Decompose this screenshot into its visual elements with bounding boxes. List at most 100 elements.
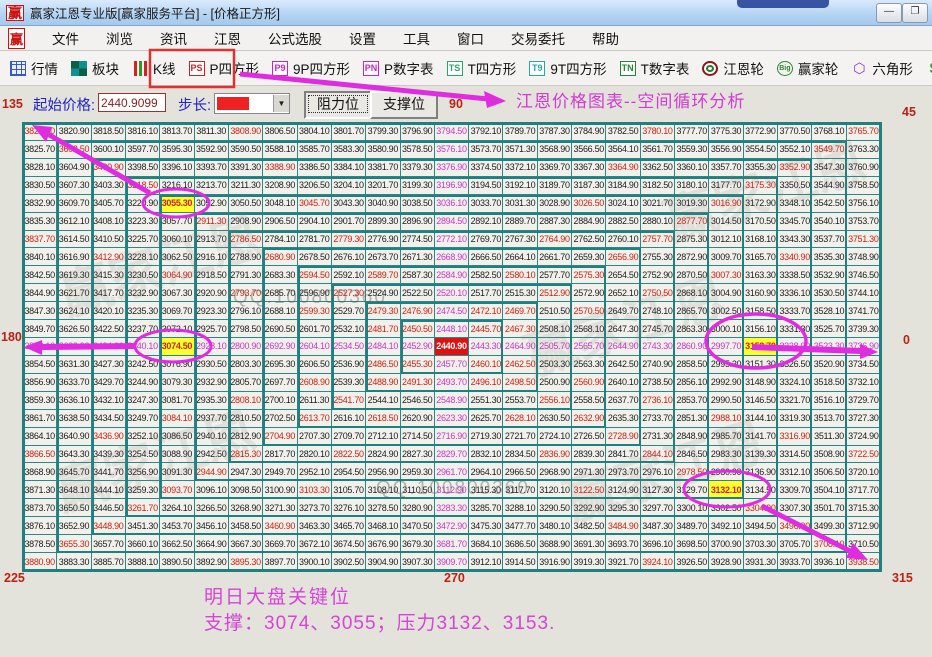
grid-cell: 3048.10 (263, 195, 297, 213)
grid-cell: 2990.50 (709, 392, 743, 410)
maximize-button[interactable]: ❐ (902, 3, 928, 23)
menu-item-8[interactable]: 窗口 (457, 28, 484, 48)
grid-cell: 3244.90 (126, 374, 160, 392)
toolbar-item[interactable]: 板块 (71, 58, 119, 78)
grid-cell: 2700.10 (263, 392, 297, 410)
grid-cell: 2752.90 (641, 266, 675, 284)
menu-item-7[interactable]: 工具 (403, 28, 430, 48)
grid-cell: 2798.50 (229, 320, 263, 338)
menu-item-9[interactable]: 交易委托 (511, 28, 565, 48)
grid-cell: 3110.50 (401, 481, 435, 499)
grid-cell: 2757.70 (641, 231, 675, 249)
grid-cell: 3283.30 (435, 499, 469, 517)
grid-cell: 3688.90 (538, 535, 572, 553)
grid-cell: 2618.50 (366, 410, 400, 428)
grid-cell: 3552.10 (778, 141, 812, 159)
grid-cell: 2455.30 (401, 356, 435, 374)
toolbar-item[interactable]: $赢家服务 (926, 58, 932, 78)
grid-cell: 3355.30 (744, 159, 778, 177)
grid-cell: 2630.50 (538, 410, 572, 428)
grid-cell: 3636.10 (57, 392, 91, 410)
t9-square-icon: T9 (529, 61, 545, 76)
toolbar-item[interactable]: 江恩轮 (702, 58, 764, 78)
grid-cell: 3724.90 (847, 428, 881, 446)
grid-cell: 3748.90 (847, 248, 881, 266)
toolbar-item[interactable]: PSP四方形 (189, 58, 260, 78)
menu-item-3[interactable]: 资讯 (160, 28, 187, 48)
grid-cell: 3364.90 (606, 159, 640, 177)
p9-square-icon: P9 (272, 61, 288, 76)
grid-cell: 3739.30 (847, 320, 881, 338)
toolbar-item[interactable]: Big赢家轮 (777, 58, 839, 78)
grid-cell: 2988.10 (709, 410, 743, 428)
toolbar-item[interactable]: T99T四方形 (529, 58, 606, 78)
grid-cell: 2899.30 (366, 213, 400, 231)
grid-cell: 3036.10 (435, 195, 469, 213)
grid-cell: 3192.10 (503, 177, 537, 195)
menu-item-4[interactable]: 江恩 (214, 28, 241, 48)
grid-cell: 3504.10 (812, 481, 846, 499)
grid-cell: 3631.30 (57, 356, 91, 374)
grid-cell: 3009.70 (709, 248, 743, 266)
grid-cell: 2690.50 (263, 320, 297, 338)
grid-cell: 3271.30 (263, 499, 297, 517)
toolbar-item[interactable]: TST四方形 (447, 58, 517, 78)
grid-cell: 3492.10 (709, 517, 743, 535)
grid-cell: 3362.50 (641, 159, 675, 177)
grid-cell: 3304.90 (744, 499, 778, 517)
grid-cell: 2534.50 (332, 338, 366, 356)
grid-cell: 2460.10 (469, 356, 503, 374)
grid-cell: 3405.70 (92, 195, 126, 213)
grid-cell: 2565.70 (572, 338, 606, 356)
grid-cell: 3348.10 (778, 195, 812, 213)
grid-cell: 3672.10 (298, 535, 332, 553)
grid-cell: 3650.50 (57, 499, 91, 517)
grid-cell: 3004.90 (709, 284, 743, 302)
grid-cell: 3760.90 (847, 159, 881, 177)
menu-item-10[interactable]: 帮助 (592, 28, 619, 48)
grid-cell: 2925.70 (195, 320, 229, 338)
toolbar-item-label: T数字表 (641, 58, 690, 78)
grid-cell: 2932.90 (195, 374, 229, 392)
grid-cell: 3196.90 (435, 177, 469, 195)
grid-cell: 3074.50 (160, 338, 194, 356)
grid-cell: 2858.50 (675, 356, 709, 374)
grid-cell: 3290.50 (538, 499, 572, 517)
grid-cell: 2457.70 (435, 356, 469, 374)
resistance-button[interactable]: 阻力位 (304, 91, 372, 119)
toolbar-item[interactable]: TNT数字表 (620, 58, 690, 78)
toolbar-item[interactable]: PNP数字表 (363, 58, 434, 78)
step-dropdown[interactable]: ▼ (214, 93, 290, 114)
grid-cell: 3127.30 (641, 481, 675, 499)
minimize-button[interactable]: — (876, 3, 902, 23)
grid-cell: 2839.30 (572, 446, 606, 464)
toolbar-item[interactable]: 行情 (10, 58, 58, 78)
toolbar-item[interactable]: ⬡六角形 (851, 58, 913, 78)
menu-item-6[interactable]: 设置 (349, 28, 376, 48)
grid-cell: 2808.10 (229, 392, 263, 410)
toolbar-item[interactable]: K线 (132, 58, 176, 78)
menu-item-5[interactable]: 公式选股 (268, 28, 322, 48)
grid-cell: 3307.30 (778, 499, 812, 517)
grid-cell: 2788.90 (229, 248, 263, 266)
grid-cell: 2860.90 (675, 338, 709, 356)
grid-cell: 3782.50 (606, 123, 640, 141)
grid-cell: 3117.70 (503, 481, 537, 499)
start-price-input[interactable] (98, 93, 166, 112)
grid-cell: 3021.70 (641, 195, 675, 213)
grid-cell: 2832.10 (469, 446, 503, 464)
grid-cell: 2810.50 (229, 410, 263, 428)
menu-item-2[interactable]: 浏览 (106, 28, 133, 48)
menu-item-1[interactable]: 文件 (52, 28, 79, 48)
hexagon-icon: ⬡ (851, 61, 867, 76)
grid-cell: 2944.90 (195, 463, 229, 481)
grid-cell: 3813.70 (160, 123, 194, 141)
grid-cell: 3410.50 (92, 231, 126, 249)
grid-cell: 2505.70 (538, 338, 572, 356)
grid-cell: 2584.90 (435, 266, 469, 284)
grid-cell: 3360.10 (675, 159, 709, 177)
support-button[interactable]: 支撑位 (370, 91, 438, 119)
grid-cell: 2551.30 (469, 392, 503, 410)
toolbar-item[interactable]: P99P四方形 (272, 58, 350, 78)
chevron-down-icon[interactable]: ▼ (273, 95, 289, 112)
